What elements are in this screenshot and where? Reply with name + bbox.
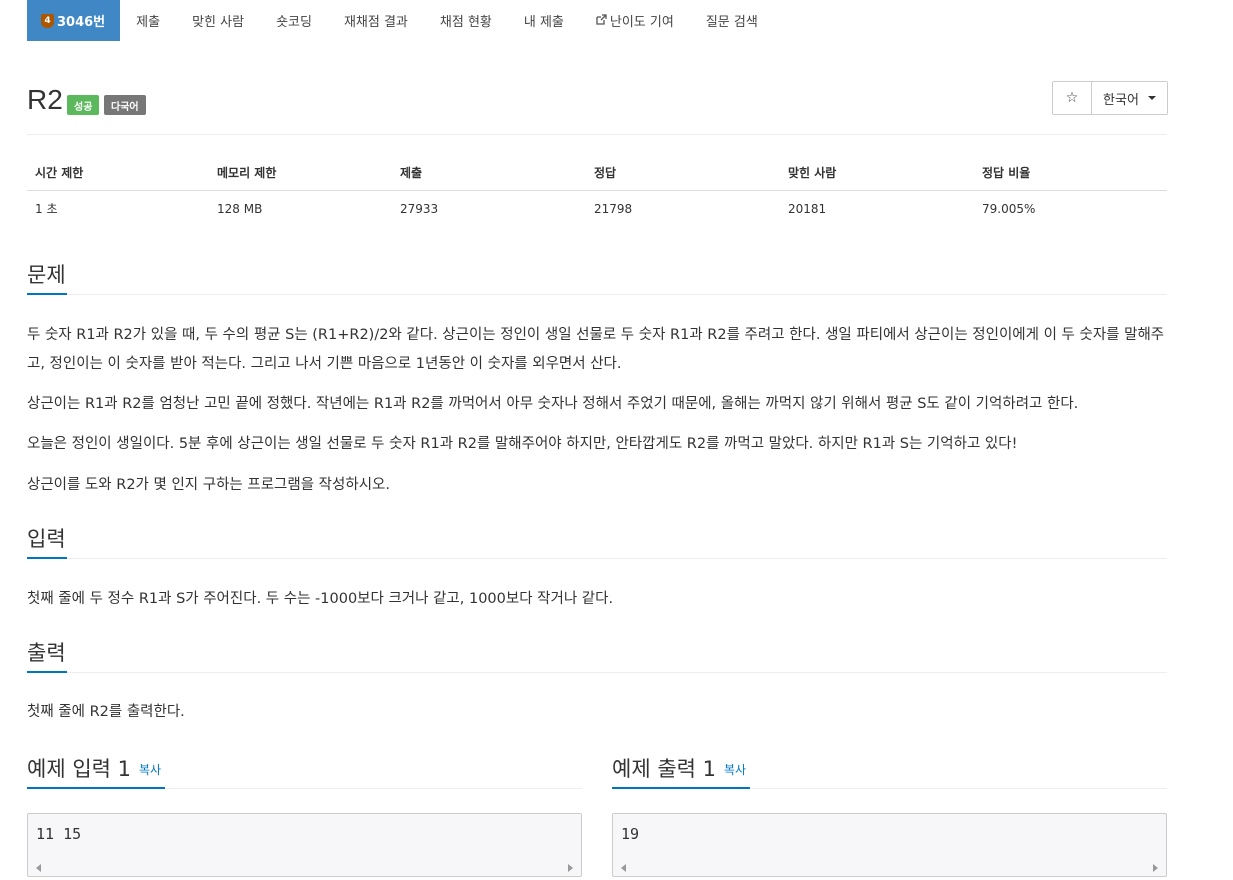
value-time-limit: 1 초 (35, 202, 58, 216)
tab-difficulty-label: 난이도 기여 (609, 15, 674, 30)
language-select[interactable]: 한국어 (1092, 82, 1167, 114)
scroll-left-icon[interactable] (36, 864, 41, 872)
favorite-button[interactable]: ☆ (1053, 82, 1092, 114)
info-header-row: 시간 제한 메모리 제한 제출 정답 맞힌 사람 정답 비율 (27, 155, 1167, 191)
input-heading: 입력 (27, 527, 66, 551)
input-underline (27, 557, 67, 559)
output-heading: 출력 (27, 641, 66, 665)
sample-output-content: 19 (621, 825, 640, 843)
caret-down-icon (1147, 96, 1156, 100)
sample-output-box[interactable]: 19 (612, 813, 1167, 877)
multilang-badge: 다국어 (104, 95, 146, 115)
tab-short-coding[interactable]: 숏코딩 (260, 0, 328, 41)
title-divider (27, 134, 1167, 135)
value-solved-users: 20181 (788, 201, 827, 216)
sample-output-copy-link[interactable]: 복사 (724, 763, 746, 777)
sample-input-copy-link[interactable]: 복사 (139, 763, 161, 777)
input-divider (27, 558, 1167, 559)
tab-solved-users[interactable]: 맞힌 사람 (176, 0, 260, 41)
sample-input-box[interactable]: 11 15 (27, 813, 582, 877)
tab-problem[interactable]: 4 3046번 (27, 0, 121, 41)
sample-input-content: 11 15 (36, 825, 82, 843)
language-select-label: 한국어 (1103, 92, 1139, 108)
input-text: 첫째 줄에 두 정수 R1과 S가 주어진다. 두 수는 -1000보다 크거나… (27, 591, 614, 607)
value-submissions: 27933 (400, 201, 439, 216)
sample-input-title: 예제 입력 1 (27, 757, 131, 781)
header-submissions: 제출 (392, 155, 586, 191)
output-underline (27, 671, 67, 673)
sample-input-underline (27, 787, 165, 789)
star-icon: ☆ (1065, 90, 1079, 106)
solved-badge: 성공 (67, 95, 100, 115)
tab-submit[interactable]: 제출 (120, 0, 176, 41)
sample-output-scrollbar[interactable] (613, 860, 1166, 876)
problem-page: 4 3046번 제출 맞힌 사람 숏코딩 재채점 결과 채점 현황 내 제출 난… (0, 0, 1233, 880)
header-solved-users: 맞힌 사람 (780, 155, 974, 191)
problem-title: R2 (27, 84, 63, 115)
description-heading: 문제 (27, 263, 66, 287)
output-text: 첫째 줄에 R2를 출력한다. (27, 704, 185, 720)
description-divider (27, 294, 1167, 295)
sample-output-underline (612, 787, 750, 789)
value-memory-limit: 128 MB (217, 201, 263, 216)
header-accept-ratio: 정답 비율 (974, 155, 1167, 191)
info-value-row: 1 초 128 MB 27933 21798 20181 79.005% (27, 191, 1167, 227)
sample-input-scrollbar[interactable] (28, 860, 581, 876)
scroll-left-icon[interactable] (621, 864, 626, 872)
tab-difficulty[interactable]: 난이도 기여 (580, 0, 690, 41)
tab-status[interactable]: 채점 현황 (424, 0, 508, 41)
sample-output-heading: 예제 출력 1 복사 (612, 753, 746, 783)
value-accepted: 21798 (594, 201, 633, 216)
scroll-right-icon[interactable] (568, 864, 573, 872)
description-paragraph-3: 오늘은 정인이 생일이다. 5분 후에 상근이는 생일 선물로 두 숫자 R1과… (27, 436, 1018, 452)
description-underline (27, 293, 67, 295)
description-paragraph-1: 두 숫자 R1과 R2가 있을 때, 두 수의 평균 S는 (R1+R2)/2와… (27, 327, 1165, 372)
tab-my-submissions[interactable]: 내 제출 (508, 0, 580, 41)
description-paragraph-4: 상근이를 도와 R2가 몇 인지 구하는 프로그램을 작성하시오. (27, 477, 390, 493)
value-accept-ratio: 79.005% (982, 201, 1036, 216)
output-divider (27, 672, 1167, 673)
problem-tabs: 4 3046번 제출 맞힌 사람 숏코딩 재채점 결과 채점 현황 내 제출 난… (27, 0, 774, 41)
scroll-right-icon[interactable] (1153, 864, 1158, 872)
header-time-limit: 시간 제한 (27, 155, 209, 191)
header-accepted: 정답 (586, 155, 780, 191)
tab-problem-label: 3046번 (57, 15, 106, 30)
sample-input-heading: 예제 입력 1 복사 (27, 753, 161, 783)
external-link-icon (596, 13, 607, 28)
tab-rejudge[interactable]: 재채점 결과 (328, 0, 424, 41)
title-actions: ☆ 한국어 (1052, 81, 1168, 115)
tab-questions[interactable]: 질문 검색 (690, 0, 774, 41)
description-paragraph-2: 상근이는 R1과 R2를 엄청난 고민 끝에 정했다. 작년에는 R1과 R2를… (27, 396, 1079, 412)
header-memory-limit: 메모리 제한 (209, 155, 392, 191)
tier-icon: 4 (41, 13, 54, 28)
sample-output-title: 예제 출력 1 (612, 757, 716, 781)
problem-info-table: 시간 제한 메모리 제한 제출 정답 맞힌 사람 정답 비율 1 초 128 M… (27, 155, 1167, 226)
